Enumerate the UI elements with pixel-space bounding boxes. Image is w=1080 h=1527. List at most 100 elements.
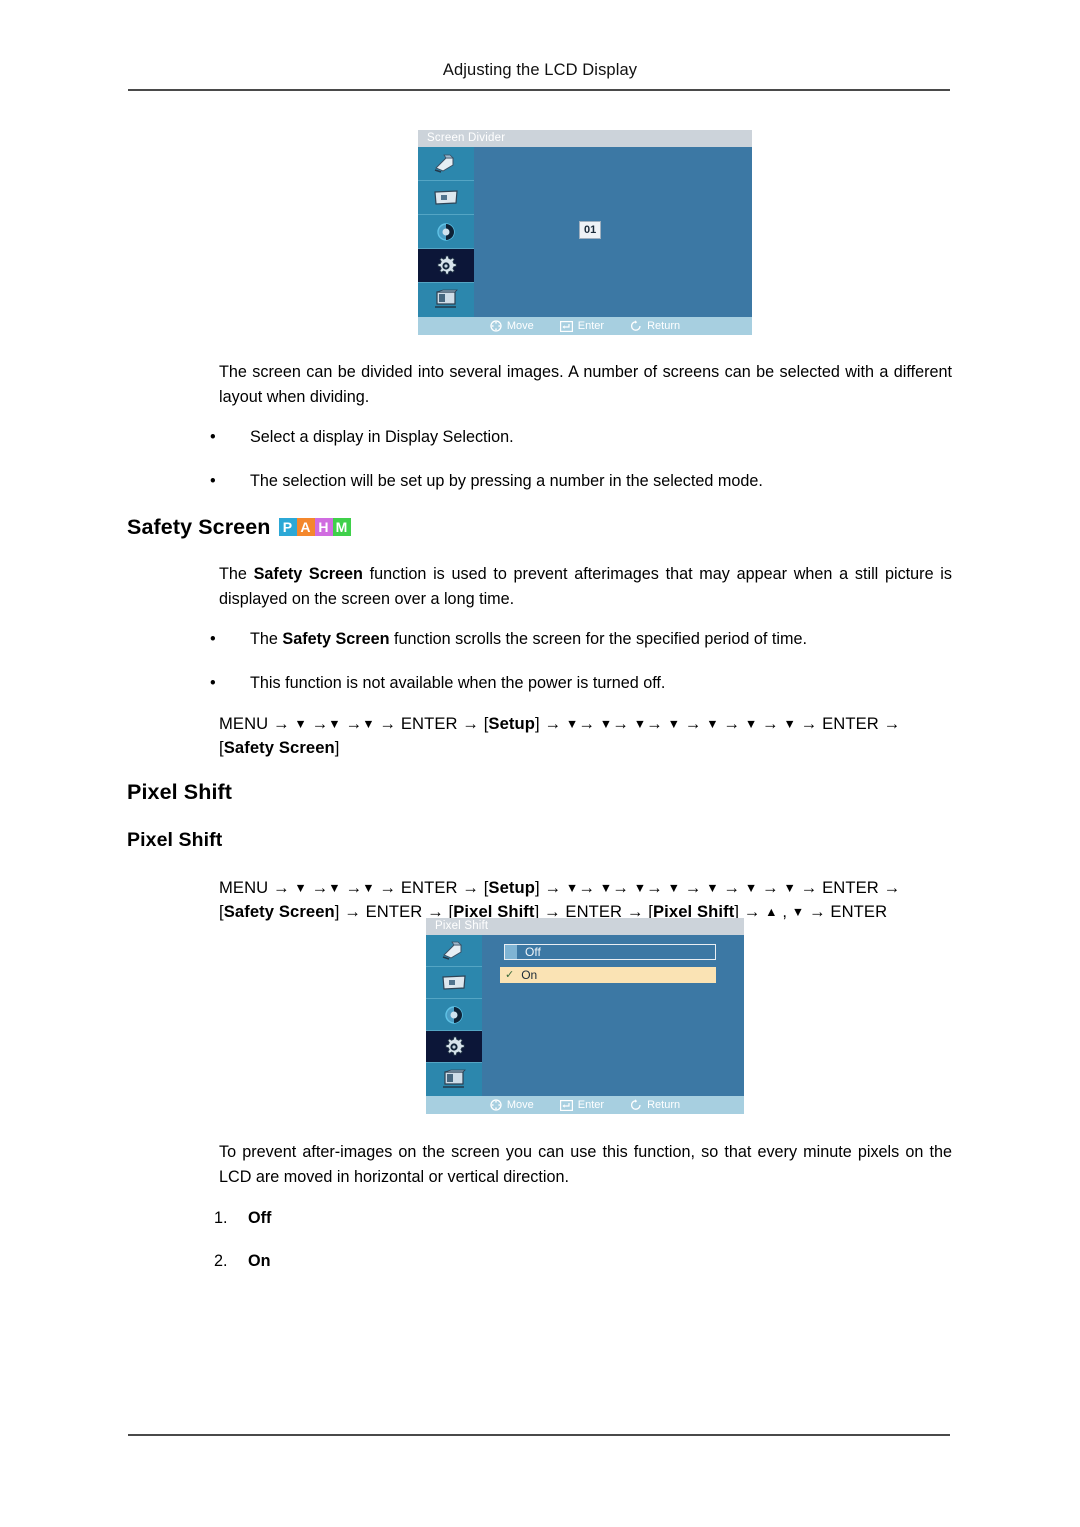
down-triangle-icon: ▼	[328, 717, 341, 731]
list-label: On	[248, 1252, 271, 1270]
arrow: →	[646, 714, 663, 733]
up-triangle-icon: ▲	[765, 905, 778, 919]
bullet-text: This function is not available when the …	[250, 674, 666, 692]
setup-gear-icon[interactable]	[426, 1031, 482, 1063]
bullet-bold-term: Safety Screen	[282, 630, 390, 648]
down-triangle-icon: ▼	[633, 881, 647, 895]
arrow: →	[800, 878, 818, 897]
list-number: 2.	[214, 1252, 228, 1270]
badge-a: A	[296, 518, 315, 536]
osd-move-label: Move	[506, 320, 534, 332]
multi-control-icon-glyph	[435, 289, 458, 308]
badge-p: P	[278, 518, 297, 536]
osd-return-label: Return	[647, 1099, 681, 1111]
arrow: →	[809, 902, 826, 921]
arrow: →	[379, 878, 397, 897]
option-row-on[interactable]: ✓ On	[500, 967, 716, 983]
osd-enter-control[interactable]: Enter	[559, 317, 605, 335]
down-triangle-icon: ▼	[783, 881, 796, 895]
multi-control-icon-glyph	[443, 1069, 466, 1088]
page-header-title: Adjusting the LCD Display	[442, 61, 638, 79]
setup-gear-icon-glyph	[445, 1036, 465, 1056]
picture-icon[interactable]	[426, 935, 482, 967]
osd-move-control[interactable]: Move	[490, 317, 534, 335]
down-triangle-icon: ▼	[294, 717, 307, 731]
option-row-off[interactable]: Off	[504, 944, 716, 960]
arrow: →	[646, 878, 663, 897]
arrow: →	[883, 714, 901, 733]
enter-label: ENTER	[400, 878, 458, 897]
picture-icon-glyph	[434, 154, 454, 173]
setup-label: Setup	[488, 714, 536, 733]
arrow: →	[762, 714, 779, 733]
multi-control-icon[interactable]	[426, 1063, 482, 1096]
down-triangle-icon: ▼	[565, 881, 579, 895]
arrow: →	[462, 714, 479, 733]
setup-gear-icon-glyph	[437, 255, 457, 275]
osd-screen-divider: Screen Divider 01 Move Enter Return	[418, 130, 752, 335]
color-contrast-icon[interactable]	[426, 999, 482, 1031]
osd-return-control[interactable]: Return	[630, 1096, 680, 1114]
down-triangle-icon: ▼	[565, 717, 579, 731]
arrow: →	[723, 714, 741, 733]
osd-content-area: Off ✓ On	[482, 935, 744, 1096]
arrow: →	[762, 878, 779, 897]
down-triangle-icon: ▼	[328, 881, 341, 895]
picture-icon-glyph	[442, 941, 462, 960]
down-triangle-icon: ▼	[362, 717, 375, 731]
down-triangle-icon: ▼	[791, 905, 805, 919]
option-on-label: On	[521, 968, 538, 982]
safety-screen-label: Safety Screen	[223, 902, 335, 921]
osd-move-control[interactable]: Move	[490, 1096, 534, 1114]
pixel-shift-item-1: 1. Off	[214, 1206, 614, 1231]
down-triangle-icon: ▼	[706, 881, 719, 895]
setup-label: Setup	[488, 878, 536, 897]
option-off-label: Off	[525, 945, 541, 959]
badge-m: M	[332, 518, 351, 536]
osd-pixel-shift: Pixel Shift Off ✓ On Move Enter Return	[426, 918, 744, 1114]
bullet-glyph: •	[210, 674, 216, 692]
osd-sidebar	[426, 935, 482, 1096]
down-triangle-icon: ▼	[633, 717, 647, 731]
picture-icon[interactable]	[418, 147, 474, 181]
arrow: →	[345, 714, 363, 733]
screen-adjust-icon-glyph	[442, 974, 466, 990]
arrow: →	[883, 878, 901, 897]
osd-content-area: 01	[474, 147, 752, 317]
color-contrast-icon[interactable]	[418, 215, 474, 249]
safety-screen-menu-path: MENU → ▼ →▼ →▼ → ENTER → [Setup] → ▼→ ▼→…	[219, 712, 959, 759]
down-triangle-icon: ▼	[599, 717, 613, 731]
screen-adjust-icon[interactable]	[426, 967, 482, 999]
osd-sidebar	[418, 147, 474, 317]
document-page: Adjusting the LCD Display Screen Divider	[0, 0, 1080, 1527]
option-off-swatch	[505, 945, 517, 959]
dpad-move-icon	[490, 1099, 502, 1111]
badge-h: H	[314, 518, 333, 536]
osd-return-control[interactable]: Return	[630, 317, 680, 335]
bullet-glyph: •	[210, 472, 216, 490]
list-number: 1.	[214, 1209, 228, 1227]
pixel-shift-heading-major: Pixel Shift	[127, 780, 233, 804]
enter-label: ENTER	[400, 714, 458, 733]
arrow: →	[379, 714, 397, 733]
safety-screen-heading-label: Safety Screen	[127, 515, 271, 539]
osd-enter-label: Enter	[577, 320, 605, 332]
return-arrow-icon	[631, 320, 641, 331]
safety-screen-paragraph: The Safety Screen function is used to pr…	[219, 562, 952, 612]
setup-gear-icon[interactable]	[418, 249, 474, 283]
screen-divider-number-badge[interactable]: 01	[579, 221, 602, 239]
osd-enter-control[interactable]: Enter	[559, 1096, 604, 1114]
arrow: →	[311, 878, 329, 897]
enter-key-icon	[559, 320, 573, 332]
osd-footer-bar: Move Enter Return	[426, 1096, 744, 1114]
multi-control-icon[interactable]	[418, 283, 474, 317]
pixel-shift-heading-minor: Pixel Shift	[127, 829, 223, 851]
safety-screen-bullet-2: • This function is not available when th…	[210, 671, 952, 696]
arrow: →	[544, 878, 562, 897]
paragraph-bold-term: Safety Screen	[253, 565, 363, 583]
screen-adjust-icon[interactable]	[418, 181, 474, 215]
osd-move-label: Move	[506, 1099, 534, 1111]
arrow: →	[684, 714, 702, 733]
arrow: →	[544, 714, 562, 733]
bullet-glyph: •	[210, 428, 216, 446]
